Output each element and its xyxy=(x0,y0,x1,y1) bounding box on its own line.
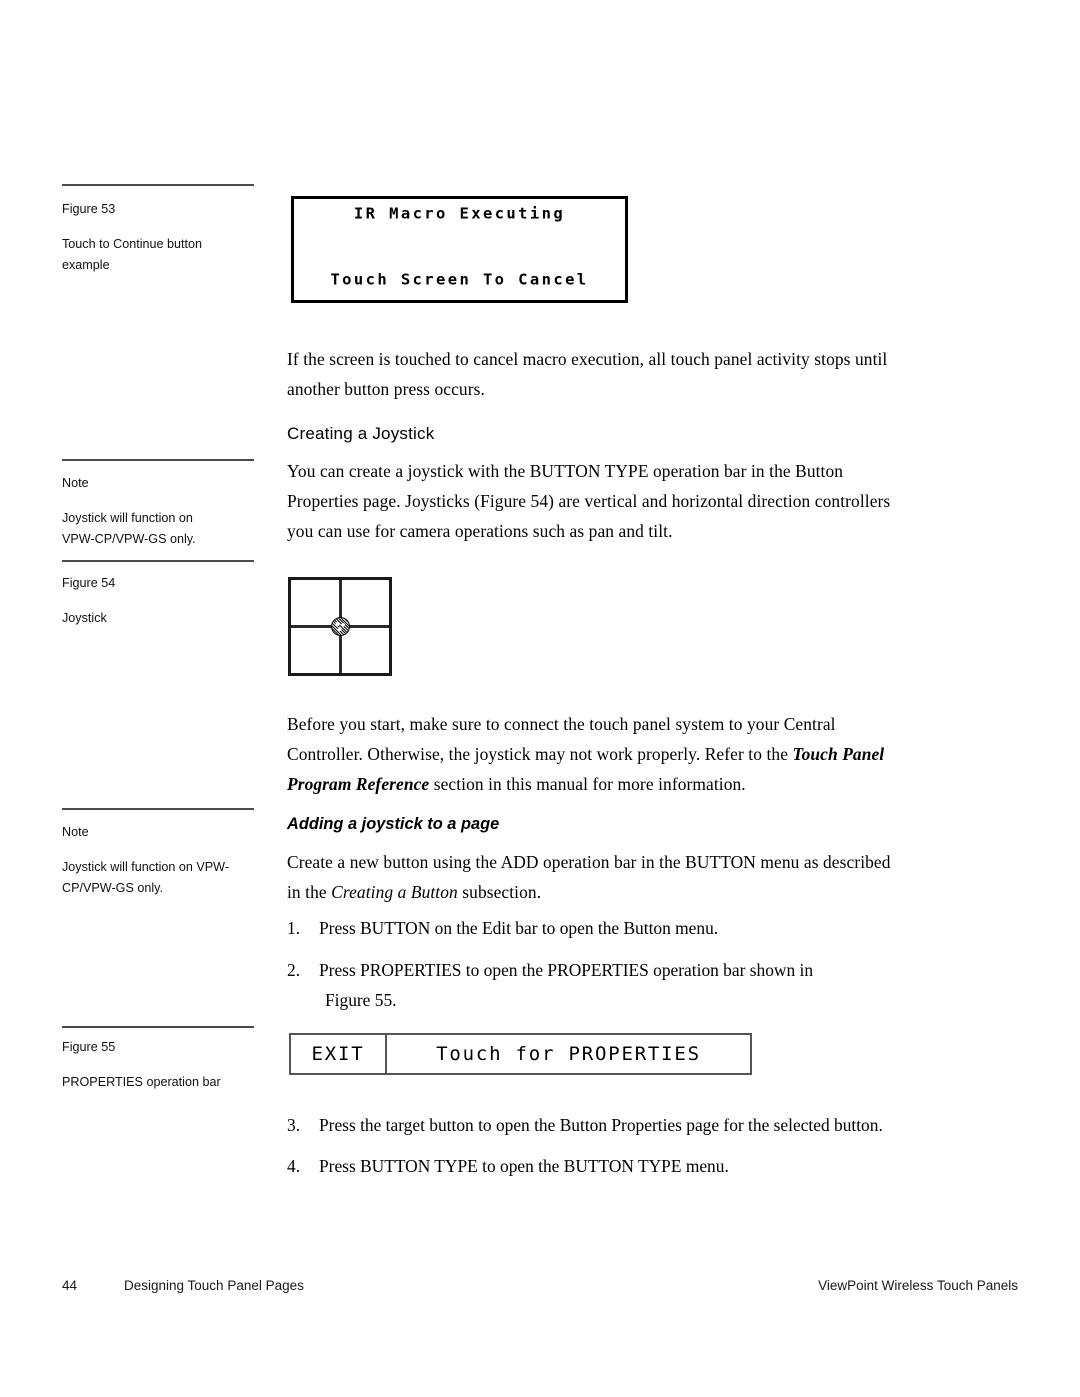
sidebar-block-note2: Note Joystick will function on VPW- CP/V… xyxy=(62,822,254,899)
list-item: 3. Press the target button to open the B… xyxy=(287,1110,947,1140)
paragraph-create-line2: Properties page. Joysticks (Figure 54) a… xyxy=(287,491,891,511)
sidebar-block-fig55: Figure 55 PROPERTIES operation bar xyxy=(62,1037,254,1093)
sidebar-note2-line2: CP/VPW-GS only. xyxy=(62,881,164,895)
sidebar-block-note1: Note Joystick will function on VPW-CP/VP… xyxy=(62,473,254,550)
paragraph-create-new-button-text: Create a new button using the ADD operat… xyxy=(287,847,937,907)
step-text: Press BUTTON TYPE to open the BUTTON TYP… xyxy=(319,1151,947,1181)
footer-section-name: Designing Touch Panel Pages xyxy=(124,1278,304,1293)
page-footer: 44 Designing Touch Panel Pages ViewPoint… xyxy=(62,1278,1018,1300)
sidebar-rule-note2 xyxy=(62,808,254,810)
footer-book-title: ViewPoint Wireless Touch Panels xyxy=(818,1278,1018,1293)
paragraph-cancel-macro: If the screen is touched to cancel macro… xyxy=(287,344,937,404)
sidebar-note1-line1: Joystick will function on xyxy=(62,511,193,525)
sidebar-note1-line2: VPW-CP/VPW-GS only. xyxy=(62,532,196,546)
paragraph-add-line2-plain-b: subsection. xyxy=(457,882,542,902)
touch-screen-message-line2: Touch Screen To Cancel xyxy=(330,269,589,288)
figure-joystick xyxy=(288,577,392,676)
section-heading-creating-joystick: Creating a Joystick xyxy=(287,424,435,443)
paragraph-add-line2-emphasis: Creating a Button xyxy=(331,882,458,902)
sidebar-rule-fig55 xyxy=(62,1026,254,1028)
section-heading-creating-joystick-wrap: Creating a Joystick xyxy=(287,422,937,446)
paragraph-before-line2-emphasis: Touch Panel xyxy=(792,744,885,764)
joystick-knob-icon[interactable] xyxy=(330,617,350,636)
footer-page-number: 44 xyxy=(62,1278,78,1293)
paragraph-before-line2-plain: Controller. Otherwise, the joystick may … xyxy=(287,744,793,764)
paragraph-before-line2: Controller. Otherwise, the joystick may … xyxy=(287,739,937,769)
list-item: 4. Press BUTTON TYPE to open the BUTTON … xyxy=(287,1151,947,1181)
figure-touch-screen-example: IR Macro Executing Touch Screen To Cance… xyxy=(291,196,628,303)
touch-screen-message-line1: IR Macro Executing xyxy=(353,203,566,222)
sidebar-fig54-label: Figure 54 xyxy=(62,576,116,590)
step-text-line1: Press BUTTON on the Edit bar to open the… xyxy=(319,918,719,938)
subheading-adding-joystick-wrap: Adding a joystick to a page xyxy=(287,813,937,835)
sidebar-block-fig53: Figure 53 Touch to Continue button examp… xyxy=(62,199,254,276)
step-text-line1: Press BUTTON TYPE to open the BUTTON TYP… xyxy=(319,1156,729,1176)
properties-bar-touch-label[interactable]: Touch for PROPERTIES xyxy=(387,1035,750,1073)
sidebar-note2-text: Joystick will function on VPW- CP/VPW-GS… xyxy=(62,857,254,899)
step-number: 4. xyxy=(287,1156,301,1176)
sidebar-fig55-caption: PROPERTIES operation bar xyxy=(62,1072,254,1093)
step-text-line1: Press PROPERTIES to open the PROPERTIES … xyxy=(319,960,814,980)
manual-page: Figure 53 Touch to Continue button examp… xyxy=(0,0,1080,1397)
sidebar-fig53-caption-line1: Touch to Continue button xyxy=(62,237,203,251)
step-text-line2: Figure 55. xyxy=(325,990,397,1010)
step-text-line1: Press the target button to open the Butt… xyxy=(319,1115,883,1135)
sidebar-fig54-caption: Joystick xyxy=(62,608,254,629)
sidebar-note2-line1: Joystick will function on VPW- xyxy=(62,860,230,874)
sidebar-fig53-label: Figure 53 xyxy=(62,202,116,216)
paragraph-cancel-line2: another button press occurs. xyxy=(287,379,485,399)
step-number: 1. xyxy=(287,918,301,938)
paragraph-before-line1: Before you start, make sure to connect t… xyxy=(287,714,836,734)
paragraph-add-line2: in the Creating a Button subsection. xyxy=(287,877,937,907)
step-text: Press BUTTON on the Edit bar to open the… xyxy=(319,913,947,943)
step-text: Press the target button to open the Butt… xyxy=(319,1110,947,1140)
sidebar-note1-label: Note xyxy=(62,476,89,490)
sidebar-rule-note1 xyxy=(62,459,254,461)
step-number: 2. xyxy=(287,960,301,980)
sidebar-block-fig54: Figure 54 Joystick xyxy=(62,573,254,629)
paragraph-before-you-start-text: Before you start, make sure to connect t… xyxy=(287,709,937,799)
sidebar-rule-fig53 xyxy=(62,184,254,186)
list-item: 2. Press PROPERTIES to open the PROPERTI… xyxy=(287,955,947,1015)
list-item: 1. Press BUTTON on the Edit bar to open … xyxy=(287,913,947,943)
sidebar-fig54-caption-line1: Joystick xyxy=(62,611,107,625)
subheading-adding-joystick: Adding a joystick to a page xyxy=(287,815,500,833)
paragraph-add-line1: Create a new button using the ADD operat… xyxy=(287,852,891,872)
step-number: 3. xyxy=(287,1115,301,1135)
sidebar-fig55-label: Figure 55 xyxy=(62,1040,116,1054)
sidebar-note2-label: Note xyxy=(62,825,89,839)
figure-properties-operation-bar: EXIT Touch for PROPERTIES xyxy=(289,1033,752,1075)
paragraph-add-line2-plain-a: in the xyxy=(287,882,332,902)
paragraph-before-line3-plain: section in this manual for more informat… xyxy=(429,774,746,794)
sidebar-note1-text: Joystick will function on VPW-CP/VPW-GS … xyxy=(62,508,254,550)
paragraph-create-joystick-text: You can create a joystick with the BUTTO… xyxy=(287,456,937,546)
sidebar-fig55-caption-line1: PROPERTIES operation bar xyxy=(62,1075,221,1089)
paragraph-cancel-line1: If the screen is touched to cancel macro… xyxy=(287,349,888,369)
paragraph-before-you-start: Before you start, make sure to connect t… xyxy=(287,709,937,799)
paragraph-create-line1: You can create a joystick with the BUTTO… xyxy=(287,461,844,481)
touch-screen-message: IR Macro Executing Touch Screen To Cance… xyxy=(294,158,625,334)
step-text: Press PROPERTIES to open the PROPERTIES … xyxy=(319,955,947,1015)
sidebar-fig53-caption-line2: example xyxy=(62,258,110,272)
paragraph-create-line3: you can use for camera operations such a… xyxy=(287,521,673,541)
sidebar-rule-fig54 xyxy=(62,560,254,562)
paragraph-create-joystick: You can create a joystick with the BUTTO… xyxy=(287,456,937,546)
paragraph-before-line3-emphasis: Program Reference xyxy=(287,774,430,794)
paragraph-before-line3: Program Reference section in this manual… xyxy=(287,769,937,799)
sidebar-fig53-caption: Touch to Continue button example xyxy=(62,234,254,276)
paragraph-create-new-button: Create a new button using the ADD operat… xyxy=(287,847,937,907)
properties-bar-exit-button[interactable]: EXIT xyxy=(291,1035,387,1073)
paragraph-cancel-macro-text: If the screen is touched to cancel macro… xyxy=(287,344,937,404)
